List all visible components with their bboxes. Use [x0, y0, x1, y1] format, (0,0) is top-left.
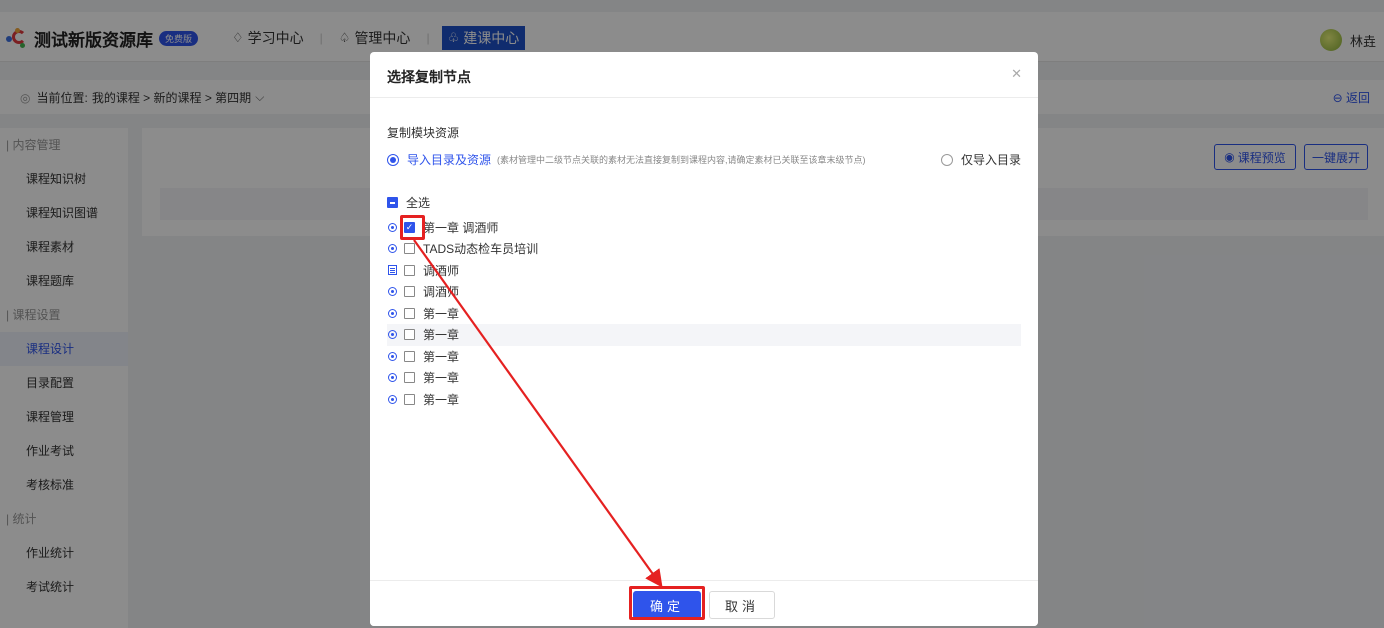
- node-checkbox[interactable]: [404, 286, 415, 298]
- node-label: 第一章: [423, 392, 460, 407]
- expand-node-icon[interactable]: [388, 287, 397, 297]
- expand-node-icon[interactable]: [388, 373, 397, 383]
- tree-node-row[interactable]: TADS动态检车员培训: [387, 238, 1021, 260]
- annotation-highlight-confirm: [629, 586, 705, 620]
- select-all-row[interactable]: 全选: [387, 192, 1021, 214]
- node-checkbox[interactable]: [404, 350, 415, 362]
- close-icon[interactable]: ✕: [1011, 66, 1022, 82]
- node-checkbox[interactable]: [404, 393, 415, 405]
- tree-node-row[interactable]: 第一章: [387, 367, 1021, 389]
- node-checkbox[interactable]: [404, 243, 415, 255]
- radio-import-catalog-and-resources[interactable]: 导入目录及资源 (素材管理中二级节点关联的素材无法直接复制到课程内容,请确定素材…: [387, 151, 866, 168]
- section-label: 复制模块资源: [387, 126, 460, 140]
- select-all-checkbox[interactable]: [387, 197, 398, 209]
- tree-node-row[interactable]: 第一章: [387, 346, 1021, 368]
- expand-node-icon[interactable]: [388, 330, 397, 340]
- tree-node-row[interactable]: 调酒师: [387, 260, 1021, 282]
- node-label: 第一章: [423, 306, 460, 321]
- copy-mode-radio-group: 导入目录及资源 (素材管理中二级节点关联的素材无法直接复制到课程内容,请确定素材…: [387, 151, 1021, 169]
- node-label: 第一章 调酒师: [423, 220, 499, 235]
- node-label: 第一章: [423, 328, 460, 343]
- tree-node-row[interactable]: 调酒师: [387, 281, 1021, 303]
- expand-node-icon[interactable]: [388, 308, 397, 318]
- node-label: TADS动态检车员培训: [423, 242, 539, 257]
- node-checkbox[interactable]: [404, 372, 415, 384]
- node-checkbox[interactable]: [404, 307, 415, 319]
- radio-unchecked-icon[interactable]: [940, 153, 953, 166]
- node-label: 第一章: [423, 371, 460, 386]
- dialog-title: 选择复制节点: [387, 69, 471, 85]
- node-label: 调酒师: [423, 285, 460, 300]
- document-icon: [388, 265, 397, 276]
- expand-node-icon[interactable]: [388, 222, 397, 232]
- expand-node-icon[interactable]: [388, 394, 397, 404]
- option-note: (素材管理中二级节点关联的素材无法直接复制到课程内容,请确定素材已关联至该章末级…: [497, 155, 866, 165]
- dialog-header: 选择复制节点 ✕: [370, 52, 1038, 98]
- node-checkbox[interactable]: [404, 264, 415, 276]
- tree-node-row[interactable]: ✓ 第一章 调酒师: [387, 217, 1021, 239]
- copy-node-dialog: 选择复制节点 ✕ 复制模块资源 导入目录及资源 (素材管理中二级节点关联的素材无…: [370, 52, 1038, 626]
- expand-node-icon[interactable]: [388, 351, 397, 361]
- radio-checked-icon[interactable]: [387, 153, 399, 166]
- cancel-button[interactable]: 取消: [709, 591, 775, 619]
- node-tree: 全选 ✓ 第一章 调酒师 TADS动态检车员培训 调酒师 调酒师 第一章 第一章 第一章 第一章…: [387, 192, 1021, 410]
- radio-import-catalog-only[interactable]: 仅导入目录: [940, 151, 1021, 168]
- tree-node-row[interactable]: 第一章: [387, 324, 1021, 346]
- expand-node-icon[interactable]: [388, 244, 397, 254]
- annotation-highlight-checkbox: [400, 215, 425, 240]
- node-checkbox[interactable]: [404, 329, 415, 341]
- node-label: 第一章: [423, 349, 460, 364]
- node-label: 调酒师: [423, 263, 460, 278]
- tree-node-row[interactable]: 第一章: [387, 303, 1021, 325]
- tree-node-row[interactable]: 第一章: [387, 389, 1021, 411]
